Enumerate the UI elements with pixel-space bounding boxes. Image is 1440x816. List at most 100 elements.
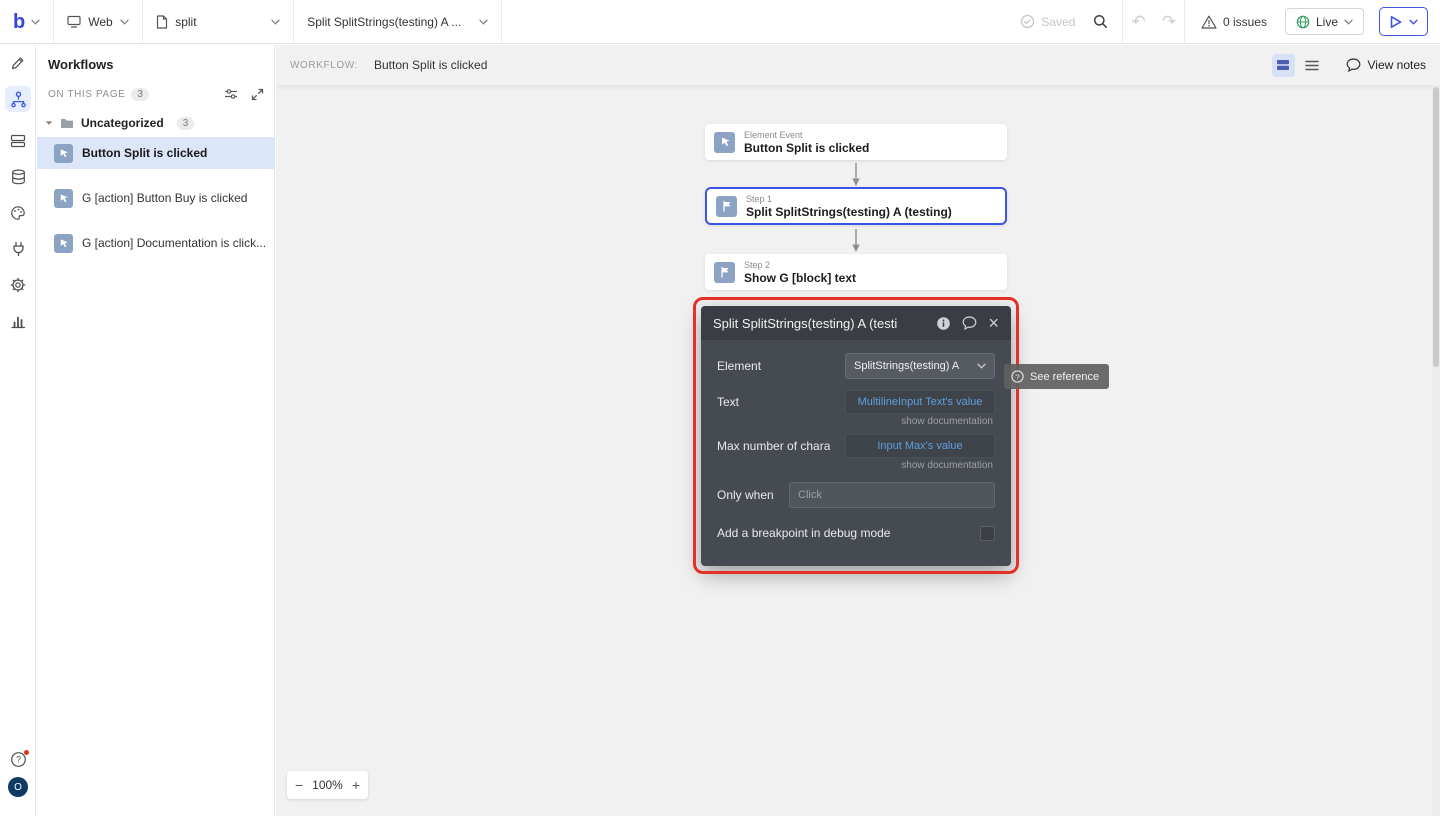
action-flag-icon [714, 261, 735, 283]
text-expression-value: MultilineInput Text's value [857, 396, 983, 408]
element-dropdown[interactable]: Split SplitStrings(testing) A ... [294, 0, 501, 44]
preview-button[interactable] [1379, 7, 1428, 36]
avatar-letter: O [14, 781, 22, 793]
expand-icon[interactable] [251, 88, 264, 101]
zoom-control: − 100% + [287, 771, 368, 799]
show-documentation-link[interactable]: show documentation [717, 416, 993, 427]
click-event-icon [714, 131, 735, 153]
svg-text:?: ? [15, 754, 20, 764]
nav-data[interactable] [5, 164, 31, 190]
workflow-item-documentation[interactable]: G [action] Documentation is click... [37, 227, 275, 259]
undo-icon[interactable]: ↶ [1123, 13, 1153, 30]
zoom-in-button[interactable]: + [352, 778, 360, 792]
cards-icon [10, 133, 26, 149]
canvas-header: WORKFLOW: Button Split is clicked View n… [276, 45, 1440, 85]
info-icon[interactable] [936, 316, 951, 331]
action-property-editor: Split SplitStrings(testing) A (testi × E… [701, 306, 1011, 566]
flow-arrow-icon [852, 229, 860, 252]
node-element-event[interactable]: Element Event Button Split is clicked [705, 124, 1007, 160]
workflow-icon [10, 91, 27, 108]
workflow-item-button-buy[interactable]: G [action] Button Buy is clicked [37, 182, 275, 214]
zoom-level: 100% [312, 778, 343, 792]
max-chars-expression-field[interactable]: Input Max's value [845, 434, 995, 458]
nav-plugins[interactable] [5, 236, 31, 262]
issues-label: 0 issues [1222, 14, 1267, 29]
node-step-2[interactable]: Step 2 Show G [block] text [705, 254, 1007, 290]
on-this-page-row: ON THIS PAGE 3 [48, 85, 264, 103]
element-select-value: SplitStrings(testing) A [854, 360, 960, 372]
see-reference-tooltip[interactable]: ? See reference [1004, 364, 1110, 389]
nav-pages[interactable] [5, 128, 31, 154]
workflow-caps-label: WORKFLOW: [290, 59, 358, 71]
svg-text:?: ? [1015, 372, 1019, 381]
close-icon[interactable]: × [988, 314, 999, 332]
list-view-toggle[interactable] [1301, 54, 1324, 77]
bar-chart-icon [10, 314, 26, 329]
node-title: Split SplitStrings(testing) A (testing) [746, 204, 952, 219]
current-workflow-title: Button Split is clicked [374, 58, 488, 72]
chevron-down-icon [479, 19, 488, 25]
section-label: ON THIS PAGE [48, 88, 126, 100]
workflow-item-label: G [action] Documentation is click... [82, 236, 267, 250]
nav-design[interactable] [5, 50, 31, 76]
app-menu-button[interactable]: b [0, 0, 53, 44]
workflow-item-button-split[interactable]: Button Split is clicked [37, 137, 275, 169]
page-label: split [175, 14, 197, 29]
node-step-1[interactable]: Step 1 Split SplitStrings(testing) A (te… [705, 187, 1007, 225]
node-kind: Step 2 [744, 259, 771, 270]
warning-triangle-icon [1201, 15, 1217, 29]
saved-status: Saved [1020, 14, 1075, 29]
element-select[interactable]: SplitStrings(testing) A [845, 353, 995, 379]
filter-sliders-icon[interactable] [224, 88, 238, 101]
comment-icon[interactable] [962, 316, 977, 330]
action-flag-icon [716, 195, 737, 217]
page-icon [156, 14, 168, 29]
panel-title: Workflows [48, 57, 114, 72]
pencil-icon [10, 55, 26, 71]
live-button[interactable]: Live [1284, 8, 1364, 35]
show-documentation-link[interactable]: show documentation [717, 460, 993, 471]
zoom-out-button[interactable]: − [295, 778, 303, 792]
monitor-icon [67, 15, 81, 28]
element-label: Split SplitStrings(testing) A ... [307, 14, 462, 29]
page-dropdown[interactable]: split [143, 0, 293, 44]
view-notes-button[interactable]: View notes [1346, 58, 1426, 72]
folder-icon [60, 117, 74, 129]
palette-icon [10, 205, 26, 221]
platform-dropdown[interactable]: Web [54, 0, 142, 44]
node-title: Button Split is clicked [744, 140, 870, 155]
max-chars-expression-value: Input Max's value [877, 440, 963, 452]
breakpoint-checkbox[interactable] [980, 525, 995, 541]
workflow-canvas[interactable]: WORKFLOW: Button Split is clicked View n… [276, 45, 1440, 816]
search-icon[interactable] [1093, 14, 1108, 29]
help-button[interactable]: ? [5, 746, 31, 772]
notification-dot [23, 749, 29, 755]
click-event-icon [54, 188, 73, 208]
nav-settings[interactable] [5, 272, 31, 298]
bubble-logo: b [13, 10, 26, 33]
live-label: Live [1315, 14, 1338, 29]
popup-titlebar[interactable]: Split SplitStrings(testing) A (testi × [701, 306, 1011, 340]
nav-logs[interactable] [5, 308, 31, 334]
text-field-label: Text [717, 395, 740, 409]
divider [501, 0, 503, 43]
nav-workflow[interactable] [5, 86, 31, 112]
card-view-toggle[interactable] [1271, 53, 1295, 77]
check-circle-icon [1020, 14, 1035, 29]
popup-title: Split SplitStrings(testing) A (testi [713, 315, 898, 331]
chevron-down-icon [31, 19, 40, 25]
redo-icon[interactable]: ↷ [1154, 13, 1184, 30]
database-icon [11, 169, 26, 185]
folder-uncategorized[interactable]: Uncategorized 3 [45, 113, 264, 133]
avatar[interactable]: O [8, 777, 28, 797]
text-expression-field[interactable]: MultilineInput Text's value [845, 390, 995, 414]
nav-styles[interactable] [5, 200, 31, 226]
caret-down-icon [45, 120, 53, 126]
speech-bubble-icon [1346, 58, 1361, 72]
section-count-badge: 3 [131, 87, 149, 101]
flow-arrow-icon [852, 163, 860, 186]
chevron-down-icon [1344, 19, 1353, 25]
scrollbar-thumb[interactable] [1433, 87, 1439, 367]
issues-button[interactable]: 0 issues [1201, 15, 1267, 29]
only-when-input[interactable] [789, 482, 995, 508]
